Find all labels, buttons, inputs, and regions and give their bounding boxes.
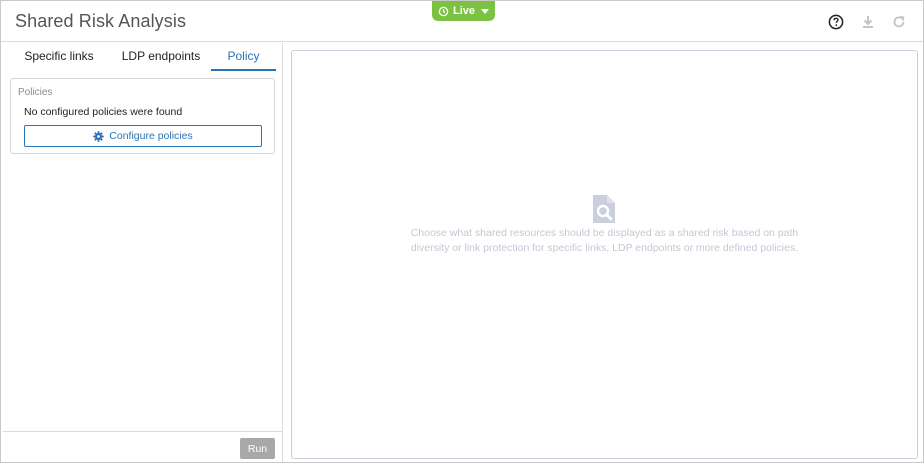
configure-policies-label: Configure policies: [109, 130, 193, 142]
results-panel: Choose what shared resources should be d…: [291, 50, 918, 459]
empty-state-line-2: diversity or link protection for specifi…: [410, 242, 799, 254]
download-icon[interactable]: [859, 13, 877, 31]
header: Shared Risk Analysis Live: [1, 1, 923, 42]
refresh-icon[interactable]: [890, 13, 908, 31]
gear-icon: [93, 130, 104, 142]
live-dropdown[interactable]: Live: [432, 1, 495, 21]
configure-policies-button[interactable]: Configure policies: [24, 125, 262, 147]
tab-bar: Specific links LDP endpoints Policy: [11, 43, 281, 71]
tab-policy[interactable]: Policy: [211, 49, 276, 71]
policies-section: Policies No configured policies were fou…: [10, 78, 275, 154]
left-footer: Run: [3, 431, 282, 462]
left-panel: Specific links LDP endpoints Policy Poli…: [3, 43, 283, 462]
chevron-down-icon: [481, 8, 489, 14]
live-label: Live: [452, 5, 475, 17]
tab-ldp-endpoints[interactable]: LDP endpoints: [111, 49, 211, 71]
empty-state-line-1: Choose what shared resources should be d…: [410, 227, 799, 239]
history-icon: [438, 6, 449, 16]
policies-label: Policies: [18, 87, 53, 98]
help-icon[interactable]: [827, 13, 845, 31]
empty-state-message: Choose what shared resources should be d…: [302, 226, 907, 256]
policies-empty-message: No configured policies were found: [24, 106, 183, 118]
tab-specific-links[interactable]: Specific links: [11, 49, 107, 71]
document-search-icon: [593, 195, 615, 223]
app-window: Shared Risk Analysis Live Specific links…: [0, 0, 924, 463]
run-button[interactable]: Run: [240, 438, 275, 459]
page-title: Shared Risk Analysis: [15, 11, 187, 31]
